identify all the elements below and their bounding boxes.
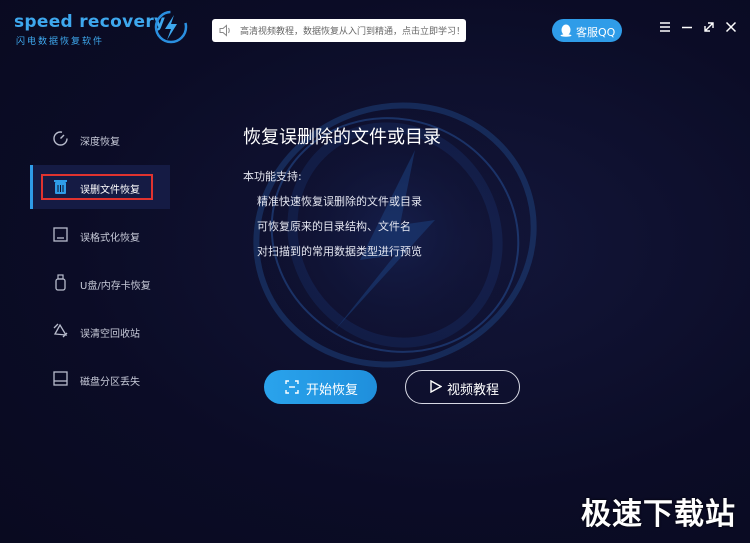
partition-icon (53, 371, 68, 386)
start-recovery-label: 开始恢复 (306, 383, 359, 398)
sidebar-item-recycle-bin[interactable]: 误清空回收站 (30, 309, 170, 353)
restore-icon[interactable] (702, 20, 716, 34)
start-recovery-button[interactable]: 开始恢复 (264, 370, 377, 404)
sidebar-item-label: 误格式化恢复 (80, 233, 140, 244)
page-title: 恢复误删除的文件或目录 (243, 127, 441, 148)
sidebar-item-deleted-file-recovery[interactable]: 误删文件恢复 (30, 165, 170, 209)
sidebar-item-label: 深度恢复 (80, 137, 120, 148)
qq-penguin-icon (560, 24, 572, 37)
sidebar-item-label: 磁盘分区丢失 (80, 377, 140, 388)
feature-item: 对扫描到的常用数据类型进行预览 (257, 245, 422, 258)
banner-text: 高清视频教程，数据恢复从入门到精通，点击立即学习！ (240, 27, 466, 37)
deep-scan-icon (53, 131, 68, 146)
menu-icon[interactable] (658, 20, 672, 34)
app-window: speed recovery 闪电数据恢复软件 高清视频教程，数据恢复从入门到精… (0, 0, 750, 543)
feature-item: 精准快速恢复误删除的文件或目录 (257, 195, 422, 208)
intro-text: 本功能支持: (243, 170, 302, 183)
app-logo: speed recovery 闪电数据恢复软件 (14, 10, 189, 47)
minimize-icon[interactable] (680, 20, 694, 34)
sidebar-item-deep-recovery[interactable]: 深度恢复 (30, 117, 170, 161)
logo-subtitle: 闪电数据恢复软件 (16, 37, 105, 47)
format-disk-icon (53, 227, 68, 242)
sidebar-item-format-recovery[interactable]: 误格式化恢复 (30, 213, 170, 257)
tutorial-banner[interactable]: 高清视频教程，数据恢复从入门到精通，点击立即学习！ (212, 19, 466, 42)
logo-title: speed recovery (14, 12, 166, 32)
support-qq-label: 客服QQ (576, 26, 616, 39)
video-tutorial-label: 视频教程 (447, 383, 500, 398)
sidebar-item-partition-lost[interactable]: 磁盘分区丢失 (30, 357, 170, 401)
play-icon (430, 380, 442, 393)
speaker-icon (219, 24, 230, 37)
support-qq-button[interactable]: 客服QQ (552, 19, 622, 42)
close-icon[interactable] (724, 20, 738, 34)
usb-icon (55, 274, 66, 291)
sidebar-item-label: U盘/内存卡恢复 (80, 281, 151, 292)
scan-frame-icon (285, 380, 299, 394)
sidebar-item-label: 误清空回收站 (80, 329, 140, 340)
sidebar-item-label: 误删文件恢复 (80, 185, 140, 196)
recycle-icon (53, 323, 68, 338)
video-tutorial-button[interactable]: 视频教程 (405, 370, 520, 404)
feature-item: 可恢复原来的目录结构、文件名 (257, 220, 411, 233)
sidebar-item-usb-recovery[interactable]: U盘/内存卡恢复 (30, 261, 170, 305)
site-watermark: 极速下载站 (581, 497, 736, 532)
trash-icon (54, 180, 67, 194)
lightning-logo-icon (154, 10, 188, 44)
